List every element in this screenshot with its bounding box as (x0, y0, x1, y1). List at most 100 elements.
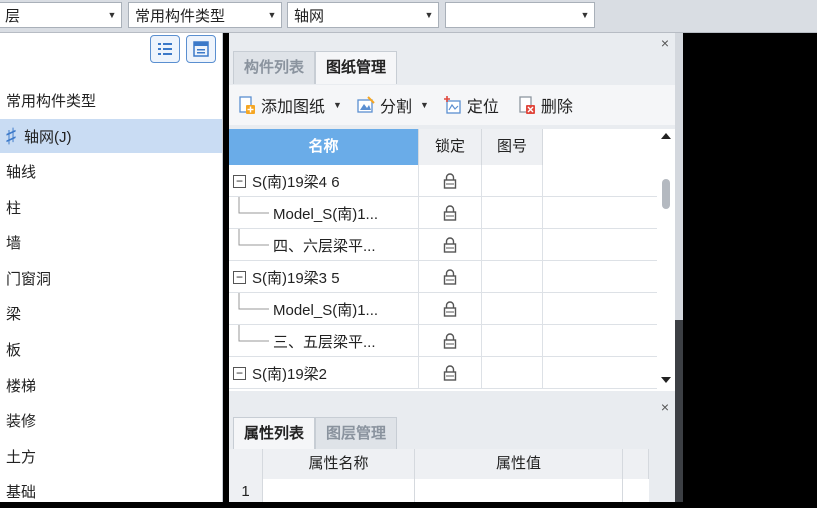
nav-item-openings[interactable]: 门窗洞 (0, 261, 222, 295)
drawing-number-cell[interactable] (482, 293, 543, 325)
row-name: 四、六层梁平... (273, 237, 376, 255)
property-panel: × 属性列表 图层管理 属性名称 属性值 1 (229, 397, 675, 502)
split-button[interactable]: 分割 ▼ (356, 93, 435, 117)
nav-item-earthwork[interactable]: 土方 (0, 439, 222, 473)
nav-item-wall[interactable]: 墙 (0, 225, 222, 259)
row-name: S(南)19梁2 (252, 365, 328, 383)
tree-connector (238, 197, 269, 214)
add-drawing-button[interactable]: 添加图纸 ▼ (237, 93, 348, 117)
collapse-toggle[interactable]: − (233, 270, 246, 284)
component-type-select[interactable]: 轴网 ▼ (287, 2, 439, 28)
drawing-number-cell[interactable] (482, 165, 543, 197)
drawing-management-panel: × 构件列表 图纸管理 添加图纸 ▼ 分割 ▼ 定位 删除 名称 锁定 图号 −… (229, 33, 675, 502)
column-header-lock[interactable]: 锁定 (419, 129, 482, 165)
lock-toggle[interactable] (419, 229, 482, 261)
table-row[interactable]: − S(南)19梁4 6 (229, 165, 657, 197)
close-icon[interactable]: × (661, 35, 669, 51)
lock-toggle[interactable] (419, 261, 482, 293)
row-name: S(南)19梁3 5 (252, 269, 340, 287)
table-row[interactable]: 三、五层梁平... (229, 325, 657, 357)
tab-property-list[interactable]: 属性列表 (233, 417, 316, 450)
table-row[interactable]: 四、六层梁平... (229, 229, 657, 261)
panel-splitter[interactable] (675, 33, 683, 502)
tab-component-list[interactable]: 构件列表 (233, 51, 316, 84)
lock-toggle[interactable] (419, 197, 482, 229)
nav-item-decoration[interactable]: 装修 (0, 403, 222, 437)
property-name-cell[interactable] (263, 479, 415, 502)
scroll-up-icon[interactable] (661, 133, 671, 139)
nav-item-axis-line[interactable]: 轴线 (0, 154, 222, 188)
nav-item-foundation[interactable]: 基础 (0, 474, 222, 508)
column-header-name[interactable]: 名称 (229, 129, 419, 165)
delete-icon (519, 96, 535, 114)
nav-item-slab[interactable]: 板 (0, 332, 222, 366)
nav-item-axis-grid[interactable]: ♯ 轴网(J) (0, 119, 222, 153)
list-view-button[interactable] (150, 35, 180, 63)
collapse-toggle[interactable]: − (233, 174, 246, 188)
lock-toggle[interactable] (419, 357, 482, 389)
lock-toggle[interactable] (419, 325, 482, 357)
split-label: 分割 (379, 99, 412, 116)
scroll-thumb[interactable] (662, 179, 670, 209)
drawing-tree-grid: 名称 锁定 图号 − S(南)19梁4 6 Model_S(南)1... 四、六… (229, 129, 657, 391)
drawing-number-cell[interactable] (482, 357, 543, 389)
top-toolbar: 层 ▼ 常用构件类型 ▼ 轴网 ▼ ▼ (0, 0, 817, 33)
lock-icon (443, 365, 457, 381)
table-row[interactable]: Model_S(南)1... (229, 197, 657, 229)
column-header-number[interactable]: 图号 (482, 129, 543, 165)
tree-connector (238, 229, 269, 246)
nav-item-label: 梁 (6, 305, 22, 323)
column-header-property-value[interactable]: 属性值 (415, 449, 623, 479)
component-category-select[interactable]: 常用构件类型 ▼ (128, 2, 282, 28)
nav-item-column[interactable]: 柱 (0, 190, 222, 224)
row-index: 1 (229, 479, 263, 502)
nav-item-common-types[interactable]: 常用构件类型 (0, 83, 222, 117)
chevron-down-icon: ▼ (424, 10, 434, 20)
collapse-toggle[interactable]: − (233, 366, 246, 380)
property-value-cell[interactable] (415, 479, 623, 502)
scrollbar-graphic (661, 133, 671, 383)
tree-connector (238, 325, 269, 342)
drawing-number-cell[interactable] (482, 229, 543, 261)
lock-icon (443, 237, 457, 253)
row-name: Model_S(南)1... (273, 301, 379, 319)
axis-grid-icon: ♯ (6, 124, 16, 147)
nav-item-label: 基础 (6, 483, 37, 501)
nav-item-stairs[interactable]: 楼梯 (0, 368, 222, 402)
chevron-down-icon: ▼ (580, 10, 590, 20)
add-drawing-label: 添加图纸 (261, 99, 326, 116)
delete-button[interactable]: 删除 (517, 93, 573, 117)
column-header-property-name[interactable]: 属性名称 (263, 449, 415, 479)
floor-select[interactable]: 层 ▼ (0, 2, 122, 28)
nav-item-label: 装修 (6, 412, 37, 430)
nav-item-label: 土方 (6, 448, 37, 466)
delete-label: 删除 (540, 99, 573, 116)
lock-toggle[interactable] (419, 293, 482, 325)
lock-toggle[interactable] (419, 165, 482, 197)
locate-button[interactable]: 定位 (443, 93, 499, 117)
tab-drawing-management[interactable]: 图纸管理 (315, 51, 398, 84)
lock-icon (443, 301, 457, 317)
table-row[interactable]: − S(南)19梁3 5 (229, 261, 657, 293)
detail-view-button[interactable] (186, 35, 216, 63)
tab-layer-management[interactable]: 图层管理 (315, 417, 398, 450)
table-row[interactable]: − S(南)19梁2 (229, 357, 657, 389)
scroll-down-icon[interactable] (661, 377, 671, 383)
drawing-number-cell[interactable] (482, 197, 543, 229)
nav-item-beam[interactable]: 梁 (0, 296, 222, 330)
component-select[interactable]: ▼ (445, 2, 595, 28)
locate-label: 定位 (466, 99, 499, 116)
table-row[interactable]: Model_S(南)1... (229, 293, 657, 325)
drawing-grid-scrollbar[interactable] (657, 129, 675, 391)
close-icon[interactable]: × (661, 399, 669, 415)
row-name: 三、五层梁平... (273, 333, 376, 351)
nav-item-label: 轴线 (6, 163, 37, 181)
component-type-value: 轴网 (294, 7, 325, 25)
drawing-number-cell[interactable] (482, 325, 543, 357)
nav-item-label: 门窗洞 (6, 270, 52, 288)
drawing-number-cell[interactable] (482, 261, 543, 293)
tree-connector (238, 293, 269, 310)
nav-item-label: 板 (6, 341, 22, 359)
split-icon (357, 96, 375, 113)
nav-item-label: 常用构件类型 (6, 92, 97, 110)
